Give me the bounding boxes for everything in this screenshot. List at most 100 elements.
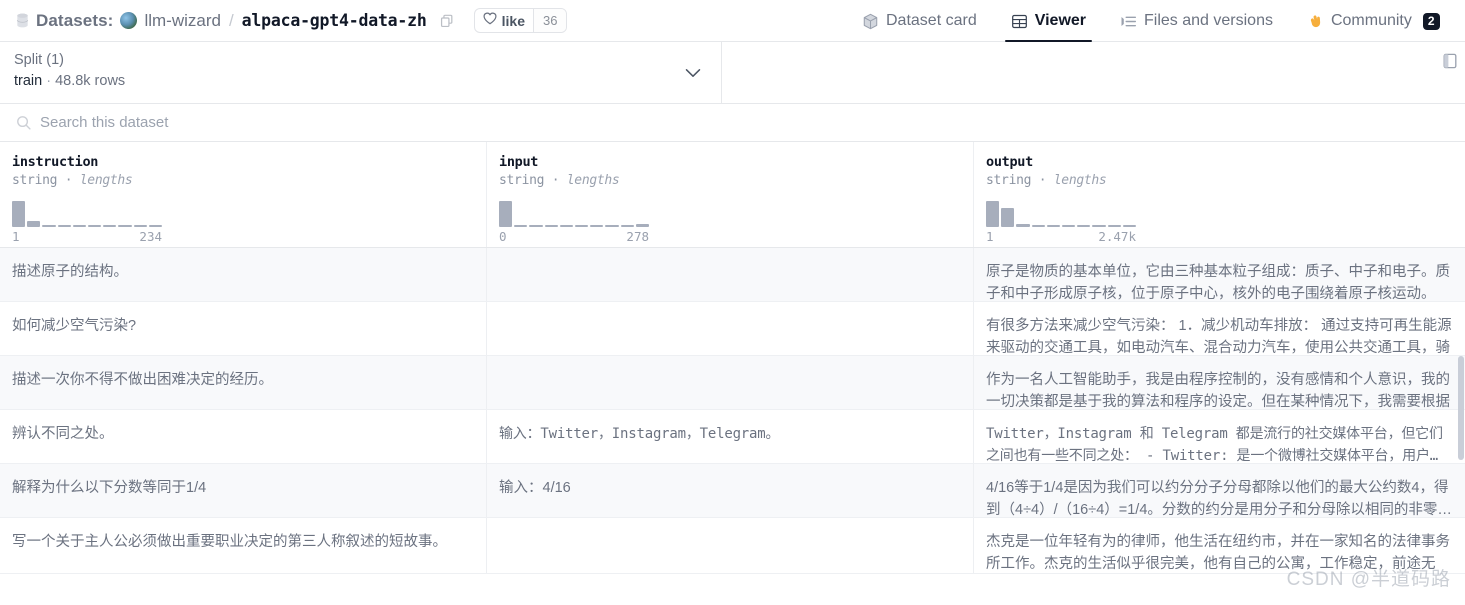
database-icon xyxy=(16,13,29,28)
panel-toggle-icon[interactable] xyxy=(1441,52,1459,70)
datasets-label: Datasets: xyxy=(36,11,113,31)
histogram-range: 0 278 xyxy=(499,229,649,244)
histogram-bar xyxy=(88,225,101,227)
column-header-input[interactable]: input string · lengths xyxy=(487,142,974,247)
range-max: 2.47k xyxy=(1098,229,1136,244)
cell-instruction: 辨认不同之处。 xyxy=(0,410,487,463)
column-name: input xyxy=(499,154,961,170)
like-button-main[interactable]: like xyxy=(475,9,533,32)
histogram-bar xyxy=(560,225,573,227)
column-stat-label: lengths xyxy=(80,173,133,188)
column-dtype: string xyxy=(499,173,544,188)
histogram-bar xyxy=(1047,225,1060,227)
range-min: 0 xyxy=(499,229,507,244)
histogram-range: 1 234 xyxy=(12,229,162,244)
histogram-bar xyxy=(27,221,40,227)
histogram-bar xyxy=(545,225,558,227)
tab-community[interactable]: Community 2 xyxy=(1290,0,1457,42)
column-header-output[interactable]: output string · lengths xyxy=(974,142,1465,247)
histogram-bar xyxy=(499,201,512,227)
column-stat-label: lengths xyxy=(1054,173,1107,188)
cell-instruction: 解释为什么以下分数等同于1/4 xyxy=(0,464,487,517)
range-max: 234 xyxy=(139,229,162,244)
table-row[interactable]: 解释为什么以下分数等同于1/4 输入：4/16 4/16等于1/4是因为我们可以… xyxy=(0,464,1465,518)
vertical-scrollbar-track[interactable] xyxy=(1457,160,1465,605)
histogram-bar xyxy=(1092,225,1105,227)
column-header-instruction[interactable]: instruction string · lengths xyxy=(0,142,487,247)
column-type-sep: · xyxy=(552,173,560,188)
breadcrumb: Datasets: llm-wizard / alpaca-gpt4-data-… xyxy=(16,8,567,33)
cell-input xyxy=(487,356,974,409)
histogram-bar xyxy=(1016,224,1029,227)
histogram-range: 1 2.47k xyxy=(986,229,1136,244)
histogram-bar xyxy=(58,225,71,227)
column-stat-label: lengths xyxy=(567,173,620,188)
column-type: string · lengths xyxy=(986,173,1453,188)
community-badge: 2 xyxy=(1423,13,1440,30)
tab-label: Dataset card xyxy=(886,12,977,30)
histogram-bar xyxy=(1077,225,1090,227)
like-label: like xyxy=(502,13,525,29)
table-row[interactable]: 描述一次你不得不做出困难决定的经历。 作为一名人工智能助手，我是由程序控制的，没… xyxy=(0,356,1465,410)
cell-input xyxy=(487,518,974,573)
table-row[interactable]: 如何减少空气污染? 有很多方法来减少空气污染： 1．减少机动车排放： 通过支持可… xyxy=(0,302,1465,356)
histogram-bar xyxy=(986,201,999,227)
table-row[interactable]: 辨认不同之处。 输入：Twitter，Instagram，Telegram。 T… xyxy=(0,410,1465,464)
cell-input: 输入：Twitter，Instagram，Telegram。 xyxy=(487,410,974,463)
split-title: Split (1) xyxy=(14,51,707,69)
tab-files-and-versions[interactable]: Files and versions xyxy=(1103,0,1290,42)
owner-link[interactable]: llm-wizard xyxy=(144,11,221,31)
histogram-bar xyxy=(529,225,542,227)
histogram-bar xyxy=(514,225,527,227)
column-type: string · lengths xyxy=(12,173,474,188)
search-bar[interactable] xyxy=(0,104,1465,142)
dataset-viewer-page: Datasets: llm-wizard / alpaca-gpt4-data-… xyxy=(0,0,1465,605)
cell-output: 杰克是一位年轻有为的律师，他生活在纽约市，并在一家知名的法律事务所工作。杰克的生… xyxy=(974,518,1465,573)
tab-label: Files and versions xyxy=(1144,12,1273,30)
histogram-bar xyxy=(1123,225,1136,227)
column-dtype: string xyxy=(986,173,1031,188)
like-button[interactable]: like 36 xyxy=(474,8,568,33)
split-selector[interactable]: Split (1) train·48.8k rows xyxy=(0,42,722,104)
breadcrumb-separator: / xyxy=(229,11,234,31)
owner-avatar xyxy=(120,12,137,29)
cell-instruction: 描述一次你不得不做出困难决定的经历。 xyxy=(0,356,487,409)
column-name: instruction xyxy=(12,154,474,170)
column-type-sep: · xyxy=(65,173,73,188)
repo-name[interactable]: alpaca-gpt4-data-zh xyxy=(242,11,427,30)
histogram-bar xyxy=(621,225,634,227)
cell-input xyxy=(487,302,974,355)
cell-input xyxy=(487,248,974,301)
histogram-bar xyxy=(605,225,618,227)
cell-instruction: 如何减少空气污染? xyxy=(0,302,487,355)
column-name: output xyxy=(986,154,1453,170)
split-dot: · xyxy=(46,73,51,89)
table-row[interactable]: 描述原子的结构。 原子是物质的基本单位，它由三种基本粒子组成：质子、中子和电子。… xyxy=(0,248,1465,302)
box-icon xyxy=(862,13,879,30)
like-count: 36 xyxy=(533,9,566,32)
copy-icon[interactable] xyxy=(434,14,454,28)
files-icon xyxy=(1120,13,1137,30)
heart-icon xyxy=(483,12,497,30)
histogram-bar xyxy=(149,225,162,227)
range-max: 278 xyxy=(626,229,649,244)
split-bar-spacer xyxy=(722,42,1465,103)
histogram-bar xyxy=(134,225,147,227)
table-row[interactable]: 写一个关于主人公必须做出重要职业决定的第三人称叙述的短故事。 杰克是一位年轻有为… xyxy=(0,518,1465,574)
page-header: Datasets: llm-wizard / alpaca-gpt4-data-… xyxy=(0,0,1465,42)
tab-viewer[interactable]: Viewer xyxy=(994,0,1103,42)
tab-dataset-card[interactable]: Dataset card xyxy=(845,0,994,42)
vertical-scrollbar-thumb[interactable] xyxy=(1458,356,1464,460)
split-rows: 48.8k rows xyxy=(55,73,125,89)
search-input[interactable] xyxy=(40,114,540,131)
range-min: 1 xyxy=(986,229,994,244)
wave-hand-icon xyxy=(1307,13,1324,30)
column-type: string · lengths xyxy=(499,173,961,188)
split-value: train·48.8k rows xyxy=(14,73,707,89)
nav-tabs: Dataset card Viewer Files and versions C… xyxy=(845,0,1457,42)
grid-icon xyxy=(1011,13,1028,30)
split-bar: Split (1) train·48.8k rows xyxy=(0,42,1465,104)
cell-output: 作为一名人工智能助手，我是由程序控制的，没有感情和个人意识，我的一切决策都是基于… xyxy=(974,356,1465,409)
histogram-bar xyxy=(636,224,649,227)
cell-output: 4/16等于1/4是因为我们可以约分分子分母都除以他们的最大公约数4，得到（4÷… xyxy=(974,464,1465,517)
